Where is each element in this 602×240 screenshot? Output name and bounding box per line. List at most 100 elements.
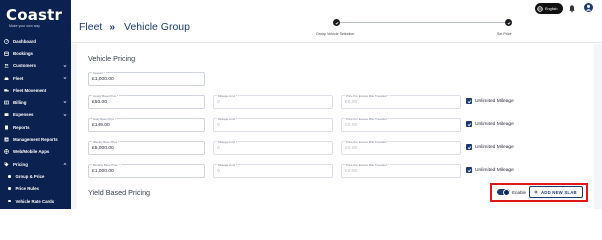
sidebar-nav: Dashboard Bookings Customers Fleet Fleet… bbox=[0, 35, 71, 207]
sidebar-item-customers[interactable]: Customers bbox=[0, 60, 71, 72]
chart-icon bbox=[4, 137, 9, 142]
field-label: Mileage Limit * bbox=[217, 162, 238, 167]
field-label: Price Per Excess Mile Travelled * bbox=[345, 139, 390, 144]
car-icon bbox=[4, 76, 9, 81]
billing-icon bbox=[4, 100, 9, 105]
sidebar-item-billing[interactable]: Billing bbox=[0, 96, 71, 108]
hourly-unlimited-mileage-checkbox[interactable] bbox=[466, 98, 472, 104]
hourly-base-price-field[interactable]: Hourly Base Price * £50.00 bbox=[88, 93, 205, 109]
enable-label: Enable bbox=[512, 190, 527, 195]
hourly-excess-mile-price-field[interactable]: Price Per Excess Mile Travelled * £0.00 bbox=[341, 93, 461, 109]
field-label: Hourly Base Price * bbox=[92, 93, 120, 98]
truck-icon bbox=[4, 88, 9, 93]
sidebar-item-label: Bookings bbox=[13, 50, 34, 56]
deposit-field[interactable]: Deposit * £1,000.00 bbox=[88, 70, 205, 86]
hourly-mileage-limit-field[interactable]: Mileage Limit * 0 bbox=[213, 93, 333, 109]
bullet-icon bbox=[8, 187, 11, 190]
field-placeholder: 0 bbox=[217, 146, 220, 151]
user-avatar-icon[interactable] bbox=[584, 3, 593, 12]
sidebar-item-reports[interactable]: Reports bbox=[0, 121, 71, 133]
field-placeholder: £0.00 bbox=[345, 169, 358, 174]
sidebar-item-bookings[interactable]: Bookings bbox=[0, 47, 71, 59]
add-new-slab-button[interactable]: ADD NEW SLAB bbox=[529, 186, 583, 198]
sidebar-subitem-price-rules[interactable]: Price Rules bbox=[0, 183, 71, 195]
sidebar-subitem-vehicle-rate-cards[interactable]: Vehicle Rate Cards bbox=[0, 195, 71, 207]
weekly-excess-mile-price-field[interactable]: Price Per Excess Mile Travelled * £0.00 bbox=[341, 139, 461, 155]
checkmark-icon bbox=[467, 122, 471, 126]
stepper-connector bbox=[337, 22, 509, 23]
step-complete-icon bbox=[333, 19, 340, 26]
deposit-label: Deposit * bbox=[92, 70, 106, 75]
field-label: Mileage Limit * bbox=[217, 139, 238, 144]
sidebar-item-label: Reports bbox=[13, 124, 30, 130]
field-label: Daily Base Price * bbox=[92, 116, 118, 121]
sidebar-item-label: Expenses bbox=[13, 112, 34, 118]
daily-mileage-limit-field[interactable]: Mileage Limit * 0 bbox=[213, 116, 333, 132]
field-label: Monthly Base Price * bbox=[92, 162, 121, 167]
sidebar-item-expenses[interactable]: Expenses bbox=[0, 109, 71, 121]
field-label: Mileage Limit * bbox=[217, 116, 238, 121]
monthly-base-price-field[interactable]: Monthly Base Price * £1,000.00 bbox=[88, 162, 205, 178]
bullet-icon bbox=[8, 199, 11, 203]
weekly-base-price-field[interactable]: Weekly Base Price * £5,000.00 bbox=[88, 139, 205, 155]
chevron-up-icon bbox=[63, 162, 67, 166]
notification-bell-icon[interactable] bbox=[568, 4, 576, 13]
sidebar: Coastr Make your own way Dashboard Booki… bbox=[0, 0, 71, 209]
breadcrumb-root[interactable]: Fleet bbox=[79, 21, 102, 33]
unlimited-mileage-label: Unlimited Mileage bbox=[475, 99, 514, 104]
yield-based-pricing-title: Yield Based Pricing bbox=[88, 188, 151, 197]
calendar-icon bbox=[4, 51, 9, 56]
sidebar-item-label: Billing bbox=[13, 100, 27, 106]
sidebar-item-label: Web/Mobile Apps bbox=[13, 149, 50, 155]
monthly-mileage-limit-field[interactable]: Mileage Limit * 0 bbox=[213, 162, 333, 178]
unlimited-mileage-label: Unlimited Mileage bbox=[475, 145, 514, 150]
sidebar-item-web-mobile-apps[interactable]: Web/Mobile Apps bbox=[0, 146, 71, 158]
dashboard-icon bbox=[4, 38, 9, 44]
language-selector[interactable]: English bbox=[535, 3, 563, 14]
sidebar-item-management-reports[interactable]: Management Reports bbox=[0, 133, 71, 145]
sidebar-subitem-label: Vehicle Rate Cards bbox=[15, 198, 55, 204]
daily-base-price-field[interactable]: Daily Base Price * £149.00 bbox=[88, 116, 205, 132]
add-new-slab-label: ADD NEW SLAB bbox=[541, 189, 577, 195]
sidebar-item-label: Fleet bbox=[13, 75, 24, 81]
monthly-excess-mile-price-field[interactable]: Price Per Excess Mile Travelled * £0.00 bbox=[341, 162, 461, 178]
field-value: £50.00 bbox=[92, 100, 107, 105]
checkmark-icon bbox=[467, 99, 471, 103]
sidebar-subitem-group-price[interactable]: Group & Price bbox=[0, 170, 71, 182]
step-label-group-vehicle-selection: Group Vehicle Selection bbox=[316, 32, 355, 36]
field-value: £149.00 bbox=[92, 123, 110, 128]
field-placeholder: £0.00 bbox=[345, 123, 358, 128]
field-placeholder: £0.00 bbox=[345, 146, 358, 151]
sidebar-item-label: Management Reports bbox=[13, 137, 58, 143]
daily-excess-mile-price-field[interactable]: Price Per Excess Mile Travelled * £0.00 bbox=[341, 116, 461, 132]
breadcrumb-current: Vehicle Group bbox=[124, 21, 190, 33]
brand-name: Coastr bbox=[6, 6, 63, 24]
chevron-down-icon bbox=[63, 113, 67, 117]
field-label: Price Per Excess Mile Travelled * bbox=[345, 93, 390, 98]
progress-stepper: Group Vehicle Selection Set Price bbox=[316, 19, 512, 39]
report-icon bbox=[4, 125, 9, 130]
toggle-knob bbox=[503, 188, 510, 196]
checkmark-icon bbox=[467, 145, 471, 149]
sidebar-item-dashboard[interactable]: Dashboard bbox=[0, 35, 71, 47]
sidebar-item-label: Dashboard bbox=[13, 38, 36, 44]
language-icon bbox=[537, 5, 543, 12]
plus-icon bbox=[534, 190, 538, 194]
monthly-unlimited-mileage-checkbox[interactable] bbox=[466, 167, 472, 173]
sidebar-item-label: Customers bbox=[13, 63, 36, 69]
field-placeholder: £0.00 bbox=[345, 100, 358, 105]
chevron-down-icon bbox=[63, 64, 67, 68]
sidebar-item-fleet[interactable]: Fleet bbox=[0, 72, 71, 84]
weekly-unlimited-mileage-checkbox[interactable] bbox=[466, 144, 472, 150]
enable-yield-toggle[interactable] bbox=[497, 188, 510, 196]
brand-logo[interactable]: Coastr Make your own way bbox=[6, 6, 68, 29]
step-label-set-price: Set Price bbox=[497, 32, 512, 36]
sidebar-item-fleet-movement[interactable]: Fleet Movement bbox=[0, 84, 71, 96]
unlimited-mileage-label: Unlimited Mileage bbox=[475, 168, 514, 173]
checkmark-icon bbox=[467, 168, 471, 172]
users-icon bbox=[4, 63, 9, 68]
language-label: English bbox=[545, 6, 558, 11]
daily-unlimited-mileage-checkbox[interactable] bbox=[466, 121, 472, 127]
weekly-mileage-limit-field[interactable]: Mileage Limit * 0 bbox=[213, 139, 333, 155]
sidebar-item-pricing[interactable]: Pricing bbox=[0, 158, 71, 170]
